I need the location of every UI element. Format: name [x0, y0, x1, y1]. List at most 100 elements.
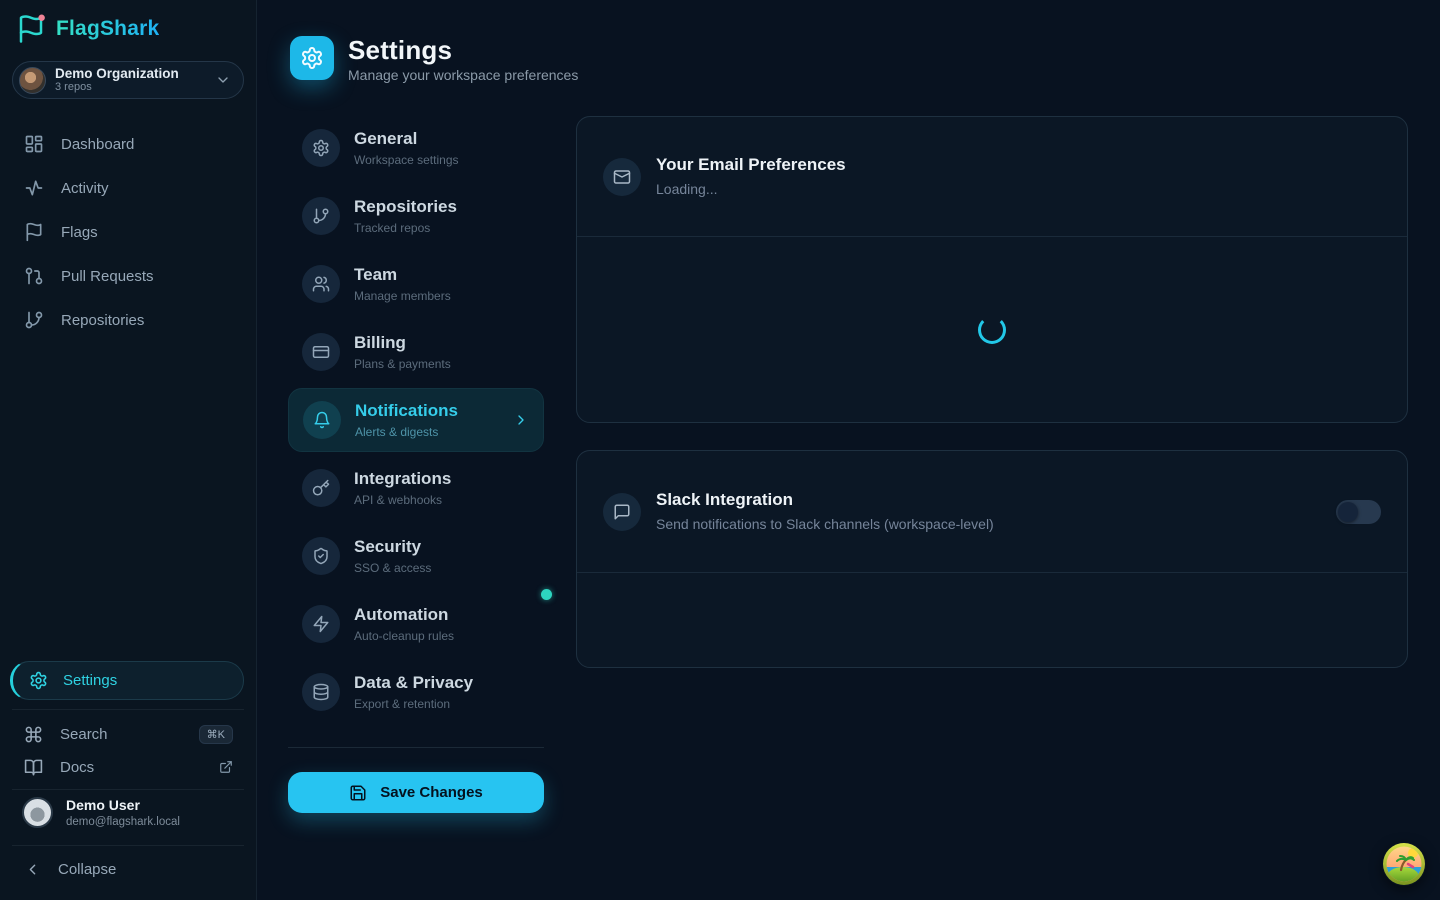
sidebar-settings-label: Settings — [63, 672, 117, 689]
item-subtitle: Manage members — [354, 289, 451, 303]
git-branch-icon — [302, 197, 340, 235]
sidebar-divider — [12, 845, 244, 846]
book-open-icon — [24, 758, 43, 777]
sidebar-divider — [12, 709, 244, 710]
sidebar-item-search[interactable]: Search ⌘K — [0, 718, 257, 750]
git-branch-icon — [24, 310, 44, 330]
save-changes-label: Save Changes — [380, 784, 483, 801]
page-title: Settings — [348, 35, 452, 66]
sidebar-item-label: Flags — [61, 224, 98, 241]
org-avatar — [19, 67, 46, 94]
slack-integration-header: Slack Integration Send notifications to … — [577, 451, 1407, 573]
save-changes-button[interactable]: Save Changes — [288, 772, 544, 813]
save-icon — [349, 784, 367, 802]
item-title: Automation — [354, 605, 454, 625]
slack-integration-subtitle: Send notifications to Slack channels (wo… — [656, 516, 994, 533]
key-icon — [302, 469, 340, 507]
item-subtitle: API & webhooks — [354, 493, 451, 507]
settings-nav-security[interactable]: Security SSO & access — [288, 524, 544, 588]
org-text: Demo Organization 3 repos — [55, 66, 206, 94]
sidebar-item-flags[interactable]: Flags — [0, 210, 256, 254]
flag-icon — [24, 222, 44, 242]
search-shortcut-badge: ⌘K — [199, 725, 233, 744]
item-title: Billing — [354, 333, 451, 353]
sidebar: FlagShark Demo Organization 3 repos Dash… — [0, 0, 257, 900]
email-preferences-card: Your Email Preferences Loading... — [576, 116, 1408, 423]
sidebar-item-label: Dashboard — [61, 136, 134, 153]
settings-nav-team[interactable]: Team Manage members — [288, 252, 544, 316]
user-avatar — [22, 797, 53, 828]
user-email: demo@flagshark.local — [66, 815, 180, 829]
sidebar-item-repositories[interactable]: Repositories — [0, 298, 256, 342]
dashboard-grid-icon — [24, 134, 44, 154]
item-subtitle: Tracked repos — [354, 221, 457, 235]
settings-nav-data-privacy[interactable]: Data & PrivacyExport & retention — [288, 660, 544, 724]
item-title: Security — [354, 537, 431, 557]
sidebar-item-dashboard[interactable]: Dashboard — [0, 122, 256, 166]
zap-icon — [302, 605, 340, 643]
org-repo-count: 3 repos — [55, 81, 206, 94]
user-name: Demo User — [66, 797, 180, 815]
command-icon — [24, 725, 43, 744]
slack-toggle[interactable] — [1336, 500, 1381, 524]
settings-nav-notifications[interactable]: Notifications Alerts & digests — [288, 388, 544, 452]
sidebar-item-label: Pull Requests — [61, 268, 154, 285]
collapse-label: Collapse — [58, 861, 116, 878]
sidebar-item-label: Repositories — [61, 312, 144, 329]
desert-island-icon — [1382, 842, 1426, 886]
database-icon — [302, 673, 340, 711]
app-root: FlagShark Demo Organization 3 repos Dash… — [0, 0, 1440, 900]
users-icon — [302, 265, 340, 303]
chevron-down-icon — [215, 72, 231, 88]
item-subtitle: Alerts & digests — [355, 425, 458, 439]
gear-icon — [302, 129, 340, 167]
slack-integration-title: Slack Integration — [656, 490, 994, 510]
item-title: Repositories — [354, 197, 457, 217]
sidebar-collapse-button[interactable]: Collapse — [0, 853, 257, 885]
sidebar-item-label: Activity — [61, 180, 109, 197]
item-subtitle: Workspace settings — [354, 153, 459, 167]
settings-nav-repositories[interactable]: Repositories Tracked repos — [288, 184, 544, 248]
org-name: Demo Organization — [55, 66, 206, 82]
item-subtitle: SSO & access — [354, 561, 431, 575]
chat-bubble-icon — [603, 493, 641, 531]
external-link-icon — [219, 760, 233, 774]
main-content: Settings Manage your workspace preferenc… — [257, 0, 1440, 900]
user-text: Demo User demo@flagshark.local — [66, 797, 180, 829]
email-preferences-status: Loading... — [656, 181, 846, 198]
docs-label: Docs — [60, 759, 94, 776]
sidebar-item-pull-requests[interactable]: Pull Requests — [0, 254, 256, 298]
activity-pulse-icon — [24, 178, 44, 198]
item-title: Integrations — [354, 469, 451, 489]
item-title: Data & Privacy — [354, 673, 473, 693]
sidebar-item-activity[interactable]: Activity — [0, 166, 256, 210]
search-label: Search — [60, 726, 108, 743]
sidebar-item-docs[interactable]: Docs — [0, 751, 257, 783]
toggle-knob — [1338, 502, 1358, 522]
island-floating-button[interactable] — [1382, 842, 1426, 886]
bell-icon — [303, 401, 341, 439]
settings-nav-billing[interactable]: Billing Plans & payments — [288, 320, 544, 384]
item-subtitle: Auto-cleanup rules — [354, 629, 454, 643]
sidebar-nav: Dashboard Activity Flags Pull Requests — [0, 122, 256, 342]
settings-nav-divider — [288, 747, 544, 748]
shield-check-icon — [302, 537, 340, 575]
settings-nav-integrations[interactable]: Integrations API & webhooks — [288, 456, 544, 520]
brand[interactable]: FlagShark — [16, 14, 159, 44]
sidebar-item-settings[interactable]: Settings — [10, 661, 244, 700]
sidebar-divider — [12, 789, 244, 790]
item-subtitle: Plans & payments — [354, 357, 451, 371]
chevron-left-icon — [24, 861, 41, 878]
settings-nav-general[interactable]: General Workspace settings — [288, 116, 544, 180]
user-menu[interactable]: Demo User demo@flagshark.local — [0, 797, 257, 829]
flagshark-logo-icon — [16, 14, 46, 44]
credit-card-icon — [302, 333, 340, 371]
mail-icon — [603, 158, 641, 196]
org-switcher[interactable]: Demo Organization 3 repos — [12, 61, 244, 99]
brand-name: FlagShark — [56, 17, 159, 41]
item-title: Team — [354, 265, 451, 285]
item-title: Notifications — [355, 401, 458, 421]
item-title: General — [354, 129, 459, 149]
settings-nav-automation[interactable]: Automation Auto-cleanup rules — [288, 592, 544, 656]
email-preferences-body — [577, 237, 1407, 423]
